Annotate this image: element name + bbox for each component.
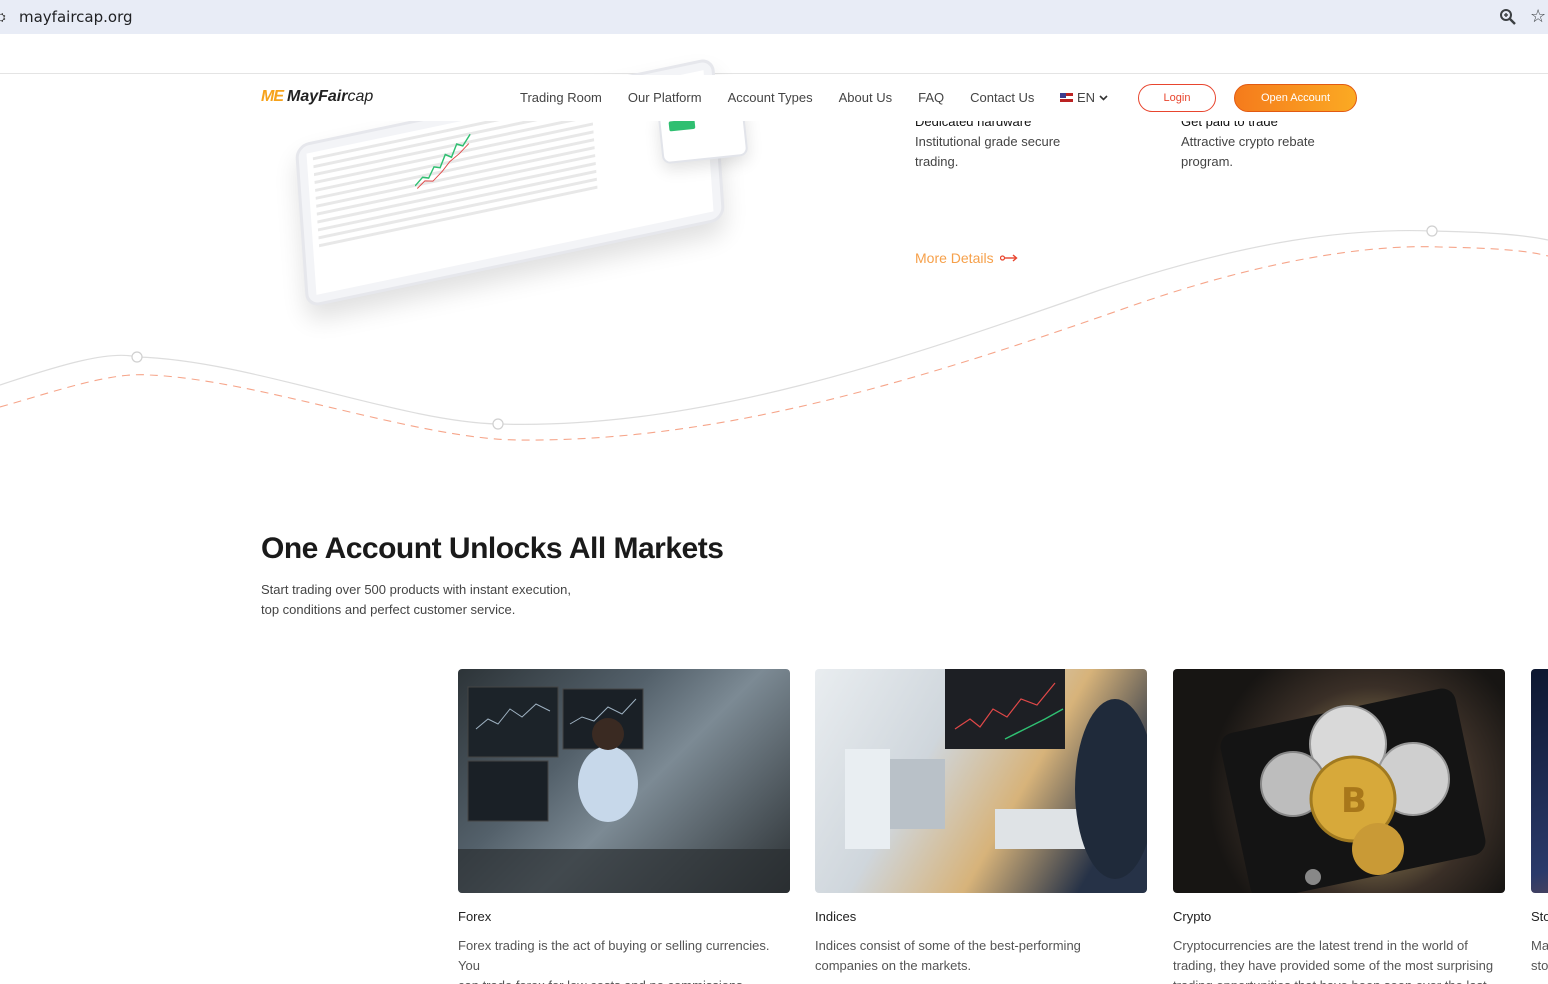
main-nav: Trading Room Our Platform Account Types … <box>520 90 1060 105</box>
nav-trading-room[interactable]: Trading Room <box>520 90 602 105</box>
zoom-icon[interactable] <box>1499 8 1517 26</box>
card-desc-line: Indices consist of some of the best-perf… <box>815 938 1081 953</box>
section-subtitle-line: top conditions and perfect customer serv… <box>261 602 516 617</box>
card-title: Sto <box>1531 909 1548 924</box>
browser-toolbar-gap <box>0 34 1548 74</box>
decorative-wave <box>0 225 1548 441</box>
feature-desc: Attractive crypto rebate <box>1181 134 1315 149</box>
market-card-stocks[interactable]: Sto Ma sto <box>1531 669 1548 976</box>
nav-our-platform[interactable]: Our Platform <box>628 90 702 105</box>
feature-desc: trading. <box>915 154 959 169</box>
section-subtitle-line: Start trading over 500 products with ins… <box>261 582 572 597</box>
feature-dedicated-hardware: Dedicated hardware Institutional grade s… <box>915 112 1060 172</box>
nav-contact-us[interactable]: Contact Us <box>970 90 1034 105</box>
us-flag-icon <box>1060 93 1073 102</box>
language-selector[interactable]: EN <box>1060 90 1108 105</box>
card-description: Indices consist of some of the best-perf… <box>815 936 1147 976</box>
indices-image <box>815 669 1147 893</box>
card-desc-line: can trade forex for low costs and no com… <box>458 976 790 984</box>
site-header: ME MayFaircap Trading Room Our Platform … <box>0 75 1548 121</box>
bookmark-star-icon[interactable]: ☆ <box>1530 6 1546 27</box>
card-description: Cryptocurrencies are the latest trend in… <box>1173 936 1505 984</box>
card-description: Forex trading is the act of buying or se… <box>458 936 790 984</box>
nav-faq[interactable]: FAQ <box>918 90 944 105</box>
card-title: Forex <box>458 909 492 924</box>
card-desc-line: Cryptocurrencies are the latest trend in… <box>1173 938 1468 953</box>
feature-desc: Institutional grade secure <box>915 134 1061 149</box>
market-card-crypto[interactable]: B Crypto Cryptocurrencies are the latest… <box>1173 669 1505 984</box>
browser-address-bar[interactable]: ⛭ mayfaircap.org ☆ <box>0 0 1548 34</box>
card-desc-line: companies on the markets. <box>815 958 972 973</box>
logo-text: MayFaircap <box>287 88 374 105</box>
market-card-forex[interactable]: Forex Forex trading is the act of buying… <box>458 669 790 984</box>
section-title: One Account Unlocks All Markets <box>261 532 724 565</box>
section-subtitle: Start trading over 500 products with ins… <box>261 580 601 620</box>
feature-desc: program. <box>1181 154 1234 169</box>
chevron-down-icon <box>1099 94 1108 101</box>
url-text[interactable]: mayfaircap.org <box>19 8 133 26</box>
feature-get-paid: Get paid to trade Attractive crypto reba… <box>1181 112 1315 172</box>
forex-image <box>458 669 790 893</box>
card-desc-line: Ma <box>1531 938 1548 953</box>
logo-mark-icon: ME <box>261 88 284 105</box>
laptop-chart-icon <box>845 669 1147 879</box>
nav-about-us[interactable]: About Us <box>839 90 892 105</box>
card-desc-line: trading, they have provided some of the … <box>1173 958 1494 973</box>
crypto-coins-icon: B <box>1220 688 1486 893</box>
open-account-button[interactable]: Open Account <box>1234 84 1357 112</box>
logo[interactable]: ME MayFaircap <box>261 88 373 106</box>
site-info-icon[interactable]: ⛭ <box>0 10 8 24</box>
card-description: Ma sto <box>1531 936 1548 976</box>
market-card-indices[interactable]: Indices Indices consist of some of the b… <box>815 669 1147 976</box>
crypto-image: B <box>1173 669 1505 893</box>
stocks-image <box>1531 669 1548 893</box>
card-title: Indices <box>815 909 857 924</box>
language-label: EN <box>1077 90 1096 105</box>
login-button[interactable]: Login <box>1138 84 1216 112</box>
card-desc-line: Forex trading is the act of buying or se… <box>458 938 770 973</box>
card-desc-line: trading opportunities that have been see… <box>1173 976 1505 984</box>
svg-text:B: B <box>1341 781 1367 821</box>
card-title: Crypto <box>1173 909 1212 924</box>
trader-monitors-icon <box>458 686 790 893</box>
card-desc-line: sto <box>1531 958 1548 973</box>
nav-account-types[interactable]: Account Types <box>728 90 813 105</box>
